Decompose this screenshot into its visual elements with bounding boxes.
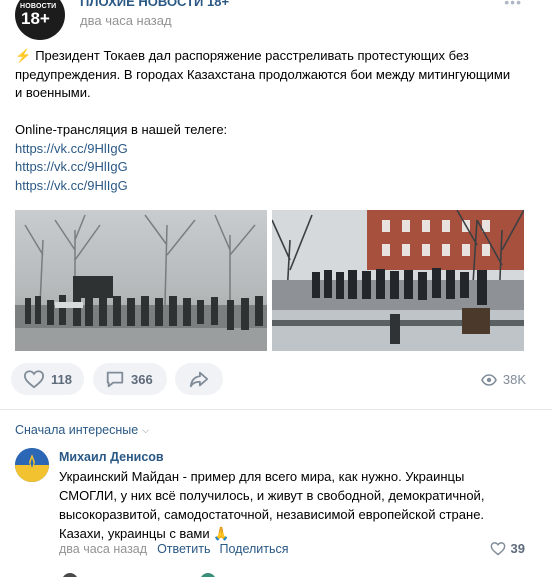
like-count: 118 [51, 371, 72, 387]
comment-time[interactable]: два часа назад [59, 542, 147, 556]
comment-line-4: Казахи, украинцы с вами 🙏 [59, 526, 230, 541]
photo-soldiers-street[interactable] [272, 210, 524, 351]
next-comment-avatar[interactable] [62, 573, 78, 577]
comment-meta: два часа назад Ответить Поделиться [59, 542, 298, 556]
post-time[interactable]: два часа назад [80, 13, 172, 28]
post-link-2[interactable]: https://vk.cc/9HlIgG [15, 159, 128, 174]
eye-icon [480, 373, 497, 386]
comment-like-count: 39 [510, 541, 525, 556]
group-avatar[interactable]: НОВОСТИ 18+ [15, 0, 65, 40]
share-button[interactable] [175, 363, 223, 395]
group-name-link[interactable]: ПЛОХИЕ НОВОСТИ 18+ [80, 0, 229, 9]
telegram-line: Online-трансляция в нашей телеге: [15, 122, 228, 137]
chevron-down-icon: ⌵ [142, 424, 150, 435]
comment-sort-dropdown[interactable]: Сначала интересные ⌵ [15, 423, 149, 437]
share-comment-button[interactable]: Поделиться [220, 542, 289, 556]
comment-author-link[interactable]: Михаил Денисов [59, 450, 164, 464]
post-text: ⚡ Президент Токаев дал распоряжение расст… [15, 47, 540, 195]
comment-button[interactable]: 366 [93, 363, 167, 395]
post-text-line-3: и военными. [15, 85, 91, 100]
next-comment-avatar-2[interactable] [200, 573, 216, 577]
comment-line-2: СМОГЛИ, у них всё получилось, и живут в … [59, 488, 485, 503]
lightning-icon: ⚡ [15, 48, 32, 63]
heart-icon [490, 542, 505, 556]
reply-button[interactable]: Ответить [157, 542, 210, 556]
post-text-line-2: предупреждения. В городах Казахстана про… [15, 66, 511, 82]
comment-sort-label: Сначала интересные [15, 423, 139, 437]
avatar-label-big: 18+ [21, 9, 50, 28]
divider [0, 409, 552, 410]
post-actions: 118 366 38K [0, 361, 552, 397]
heart-icon [23, 370, 45, 389]
share-icon [189, 371, 209, 388]
commenter-avatar[interactable] [15, 448, 49, 482]
views-counter: 38K [480, 372, 526, 387]
post-link-1[interactable]: https://vk.cc/9HlIgG [15, 141, 128, 156]
like-button[interactable]: 118 [11, 363, 84, 395]
views-count: 38K [502, 372, 526, 387]
comment-text: Украинский Майдан - пример для всего мир… [59, 467, 529, 543]
post-link-3[interactable]: https://vk.cc/9HlIgG [15, 178, 128, 193]
post-header: НОВОСТИ 18+ ПЛОХИЕ НОВОСТИ 18+ два часа … [0, 0, 552, 40]
comment-count: 366 [131, 371, 153, 387]
more-options-icon[interactable]: ••• [504, 0, 522, 10]
comment-line-3: высокоразвитой, самодостаточной, независ… [59, 507, 485, 522]
comment-like-button[interactable]: 39 [490, 541, 525, 556]
comment-icon [106, 371, 124, 388]
photo-riot-police-fog[interactable] [15, 210, 267, 351]
comment-line-1: Украинский Майдан - пример для всего мир… [59, 469, 465, 484]
post-text-line-1: ⚡ Президент Токаев дал распоряжение расст… [15, 48, 469, 63]
